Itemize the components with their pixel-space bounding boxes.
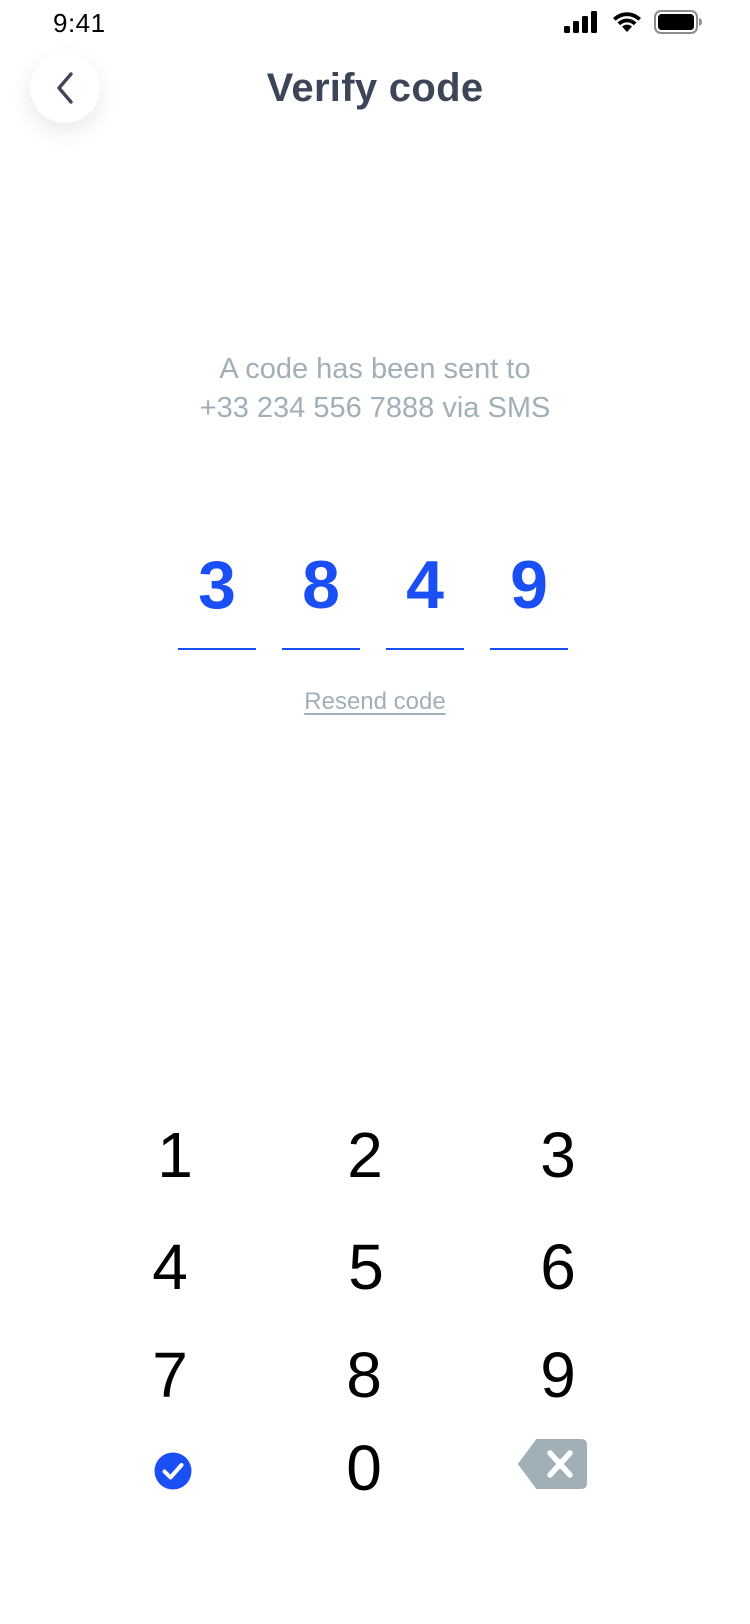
keypad-delete-button[interactable] [492, 1423, 612, 1513]
verification-code-input[interactable]: 3 8 4 9 [178, 545, 568, 650]
keypad-confirm-button[interactable] [113, 1423, 233, 1513]
keypad-key-6[interactable]: 6 [498, 1222, 618, 1312]
keypad-key-8[interactable]: 8 [304, 1330, 424, 1420]
keypad-key-label: 2 [347, 1119, 383, 1191]
keypad-key-5[interactable]: 5 [306, 1222, 426, 1312]
battery-icon [654, 10, 702, 34]
code-sent-message-line2: +33 234 556 7888 via SMS [199, 392, 551, 424]
keypad-key-label: 8 [346, 1339, 382, 1411]
code-digit-field[interactable]: 3 [178, 545, 256, 650]
keypad-key-2[interactable]: 2 [305, 1110, 425, 1200]
code-digit-field[interactable]: 4 [386, 545, 464, 650]
keypad-key-9[interactable]: 9 [498, 1330, 618, 1420]
status-bar: 9:41 [0, 0, 750, 50]
cellular-signal-icon [564, 11, 600, 33]
status-time: 9:41 [53, 8, 106, 38]
keypad-key-label: 6 [540, 1231, 576, 1303]
backspace-icon [517, 1431, 587, 1505]
keypad-key-label: 0 [346, 1432, 382, 1504]
code-digit-field[interactable]: 9 [490, 545, 568, 650]
code-digit: 8 [302, 547, 340, 623]
keypad-key-4[interactable]: 4 [110, 1222, 230, 1312]
keypad-key-1[interactable]: 1 [115, 1110, 235, 1200]
keypad-key-label: 5 [348, 1231, 384, 1303]
keypad-key-label: 1 [157, 1119, 193, 1191]
check-circle-icon [154, 1431, 192, 1505]
keypad-key-label: 4 [152, 1231, 188, 1303]
keypad-key-label: 9 [540, 1339, 576, 1411]
status-icons [564, 10, 702, 34]
resend-code-link[interactable]: Resend code [0, 688, 750, 716]
code-digit: 4 [406, 547, 444, 623]
keypad-key-0[interactable]: 0 [304, 1423, 424, 1513]
code-digit-field[interactable]: 8 [282, 545, 360, 650]
code-digit: 3 [198, 547, 236, 623]
keypad-key-label: 3 [540, 1119, 576, 1191]
keypad-key-3[interactable]: 3 [498, 1110, 618, 1200]
code-sent-message-line1: A code has been sent to [219, 353, 531, 385]
code-sent-message: A code has been sent to +33 234 556 7888… [0, 350, 750, 428]
keypad-key-label: 7 [152, 1339, 188, 1411]
verify-code-screen: 9:41 Verify code A code has been sent to… [0, 0, 750, 1624]
code-digit: 9 [510, 547, 548, 623]
page-title: Verify code [266, 66, 484, 110]
keypad-key-7[interactable]: 7 [110, 1330, 230, 1420]
wifi-icon [612, 11, 642, 33]
